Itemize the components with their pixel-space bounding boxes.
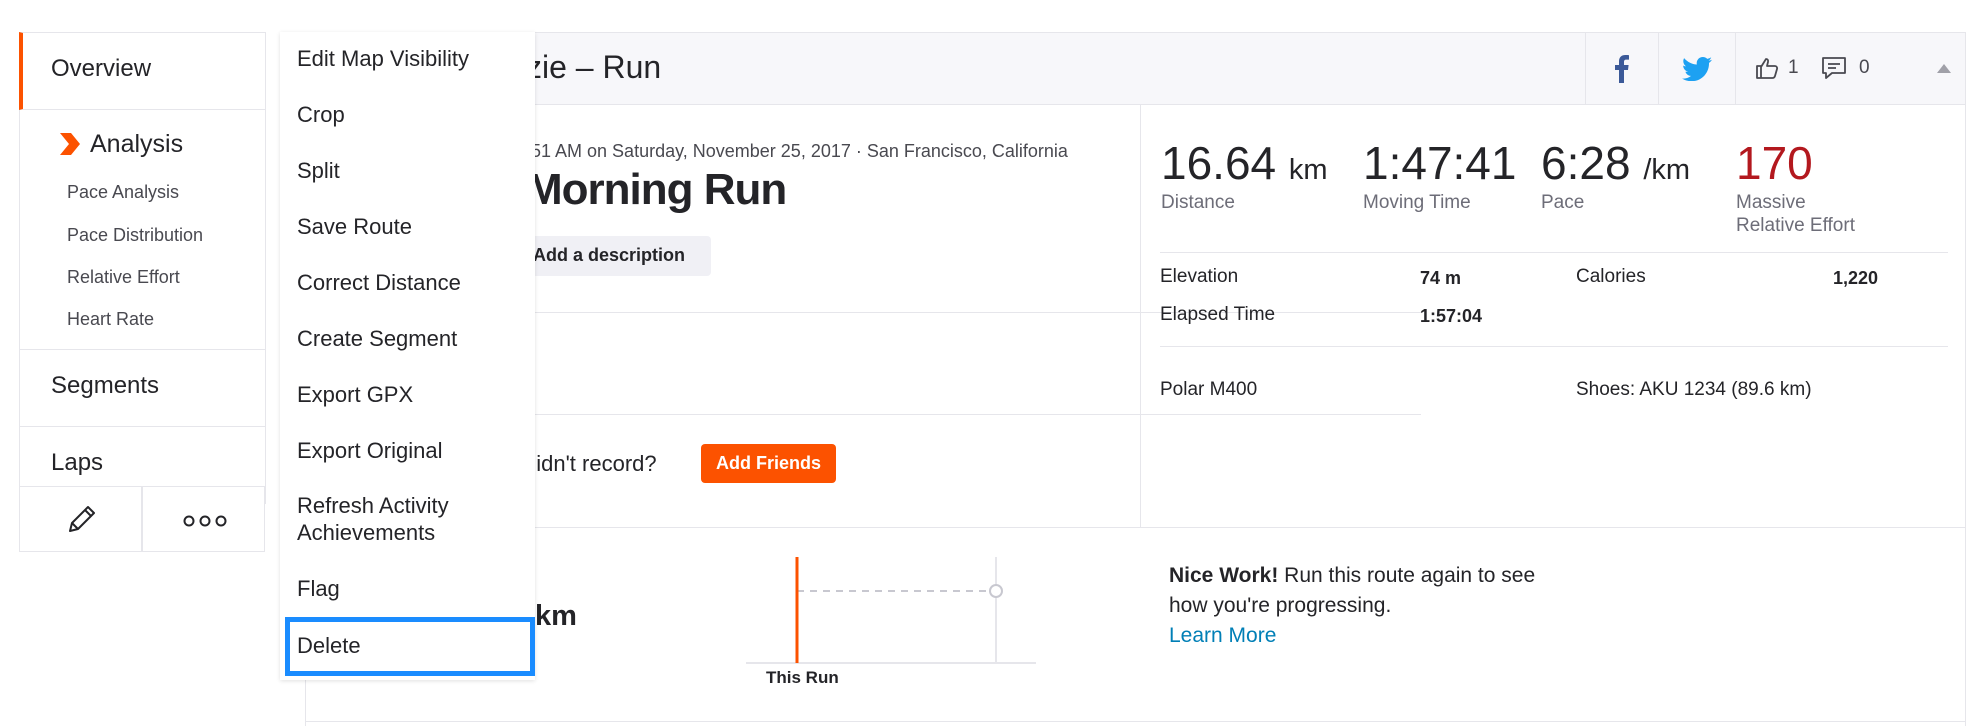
sidebar-item-segments[interactable]: Segments — [19, 350, 266, 427]
effort-caption: Relative Effort — [1736, 215, 1855, 236]
route-progress-chart — [746, 557, 1036, 664]
sidebar-item-heart-rate[interactable]: Heart Rate — [67, 309, 154, 330]
relative-effort-label: Massive Relative Effort — [1736, 191, 1855, 237]
divider — [306, 721, 1965, 722]
menu-item-correct-distance[interactable]: Correct Distance — [297, 269, 527, 296]
menu-item-create-segment[interactable]: Create Segment — [297, 325, 527, 352]
menu-item-split[interactable]: Split — [297, 157, 527, 184]
activity-meta: :51 AM on Saturday, November 25, 2017 · … — [526, 141, 1068, 161]
calories-label: Calories — [1576, 266, 1646, 287]
elevation-value: 74 m — [1420, 268, 1462, 288]
more-actions-button[interactable] — [142, 486, 265, 552]
distance-label: Distance — [1161, 192, 1235, 213]
activity-card: zie – Run 1 0 :51 AM on Saturday, Novemb… — [305, 32, 1966, 726]
divider — [496, 414, 1421, 415]
add-friends-button[interactable]: Add Friends — [701, 444, 836, 483]
distance-stat: 16.64 km — [1161, 136, 1328, 190]
menu-item-crop[interactable]: Crop — [297, 101, 527, 128]
moving-time-value: 1:47:41 — [1363, 137, 1517, 189]
pace-stat: 6:28 /km — [1541, 136, 1690, 190]
distance-value: 16.64 — [1161, 137, 1277, 189]
menu-item-delete[interactable]: Delete — [285, 617, 535, 676]
pencil-icon — [69, 506, 95, 532]
divider — [496, 312, 1421, 313]
sidebar: Overview Analysis Pace Analysis Pace Dis… — [19, 32, 266, 504]
effort-level: Massive — [1736, 192, 1806, 213]
sidebar-item-label: Segments — [51, 372, 160, 399]
comment-icon[interactable] — [1821, 56, 1847, 80]
friends-question: didn't record? — [524, 451, 657, 476]
shoes-info[interactable]: Shoes: AKU 1234 (89.6 km) — [1576, 379, 1812, 401]
this-run-label: This Run — [766, 668, 839, 687]
learn-more-link[interactable]: Learn More — [1169, 621, 1559, 651]
actions-dropdown-menu: Edit Map Visibility Crop Split Save Rout… — [280, 32, 535, 680]
pace-value: 6:28 — [1541, 137, 1631, 189]
analysis-group: Analysis Pace Analysis Pace Distribution… — [19, 110, 266, 350]
pace-unit: /km — [1643, 154, 1691, 186]
divider — [306, 527, 1965, 528]
menu-item-export-original[interactable]: Export Original — [297, 437, 527, 464]
collapse-header-button[interactable] — [1935, 33, 1965, 105]
calories-value: 1,220 — [1833, 268, 1879, 288]
pace-label: Pace — [1541, 192, 1585, 213]
share-twitter-button[interactable] — [1658, 33, 1735, 105]
elapsed-time-value: 1:57:04 — [1420, 306, 1483, 326]
comment-count: 0 — [1859, 57, 1870, 78]
add-friends-label: Add Friends — [716, 453, 822, 473]
kudos-count: 1 — [1788, 57, 1799, 78]
twitter-icon — [1682, 57, 1712, 81]
route-distance: km — [535, 600, 577, 632]
sidebar-item-label: Overview — [51, 55, 152, 82]
menu-item-export-gpx[interactable]: Export GPX — [297, 381, 527, 408]
menu-item-refresh-achievements[interactable]: Refresh Activity Achievements — [297, 492, 527, 546]
menu-item-flag[interactable]: Flag — [297, 575, 527, 602]
analysis-chevron-icon — [60, 133, 80, 155]
nice-work-message: Nice Work! Run this route again to see h… — [1169, 561, 1559, 651]
device-name: Polar M400 — [1160, 379, 1258, 400]
divider — [1160, 346, 1948, 347]
menu-item-edit-map-visibility[interactable]: Edit Map Visibility — [297, 45, 527, 72]
moving-time-label: Moving Time — [1363, 192, 1471, 213]
menu-item-save-route[interactable]: Save Route — [297, 213, 527, 240]
elevation-label: Elevation — [1160, 266, 1239, 287]
kudos-comments-cell: 1 0 — [1735, 33, 1935, 105]
divider — [1160, 252, 1948, 253]
thumbs-up-icon[interactable] — [1755, 56, 1779, 80]
distance-unit: km — [1288, 154, 1328, 186]
sidebar-item-overview[interactable]: Overview — [19, 32, 266, 110]
divider — [1140, 105, 1141, 527]
add-description-button[interactable]: Add a description — [511, 236, 711, 276]
add-description-label: Add a description — [533, 245, 686, 265]
facebook-icon — [1615, 55, 1629, 83]
more-dots-icon — [183, 515, 227, 527]
elapsed-time-label: Elapsed Time — [1160, 304, 1276, 325]
sidebar-item-analysis[interactable]: Analysis — [90, 130, 183, 159]
nice-work-heading: Nice Work! — [1169, 564, 1279, 587]
collapse-caret-icon — [1937, 64, 1951, 73]
activity-header: zie – Run 1 0 — [306, 33, 1965, 105]
activity-name[interactable]: Morning Run — [526, 165, 787, 215]
chart-next-point — [989, 584, 1003, 598]
page-title: zie – Run — [526, 49, 662, 85]
sidebar-item-relative-effort[interactable]: Relative Effort — [67, 267, 180, 288]
share-facebook-button[interactable] — [1585, 33, 1658, 105]
edit-activity-button[interactable] — [19, 486, 142, 552]
sidebar-item-label: Laps — [51, 449, 104, 476]
sidebar-item-pace-analysis[interactable]: Pace Analysis — [67, 182, 179, 203]
sidebar-item-pace-distribution[interactable]: Pace Distribution — [67, 225, 203, 246]
relative-effort-value[interactable]: 170 — [1736, 136, 1813, 190]
menu-item-label: Delete — [297, 633, 361, 658]
